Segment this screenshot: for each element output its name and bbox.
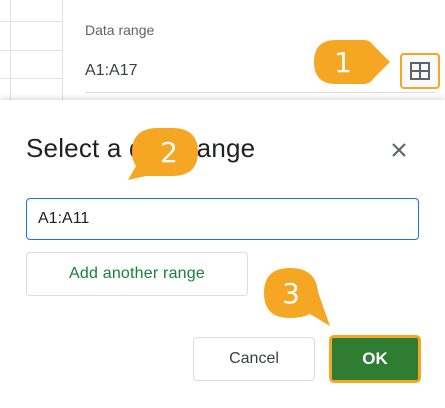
callout-marker-1: 1 bbox=[312, 38, 390, 86]
ok-button[interactable]: OK bbox=[329, 335, 421, 383]
close-button[interactable] bbox=[384, 135, 414, 165]
select-data-range-dialog: Select a data range Add another range Ca… bbox=[0, 100, 445, 408]
callout-marker-2: 2 bbox=[128, 126, 198, 180]
callout-marker-3: 3 bbox=[262, 266, 330, 326]
grid-row-line bbox=[0, 50, 62, 51]
data-range-label: Data range bbox=[85, 22, 155, 38]
callout-number: 3 bbox=[282, 276, 300, 310]
data-range-value[interactable]: A1:A17 bbox=[85, 62, 137, 80]
grid-icon bbox=[410, 62, 430, 80]
grid-row-line bbox=[0, 21, 62, 22]
add-another-range-button[interactable]: Add another range bbox=[26, 252, 248, 296]
grid-row-line bbox=[0, 78, 62, 79]
data-range-underline bbox=[85, 92, 435, 93]
close-icon bbox=[392, 143, 406, 157]
callout-number: 1 bbox=[334, 45, 352, 79]
callout-number: 2 bbox=[160, 135, 178, 169]
cancel-button[interactable]: Cancel bbox=[193, 337, 315, 381]
select-data-range-button[interactable] bbox=[400, 53, 440, 89]
range-input[interactable] bbox=[26, 198, 419, 240]
